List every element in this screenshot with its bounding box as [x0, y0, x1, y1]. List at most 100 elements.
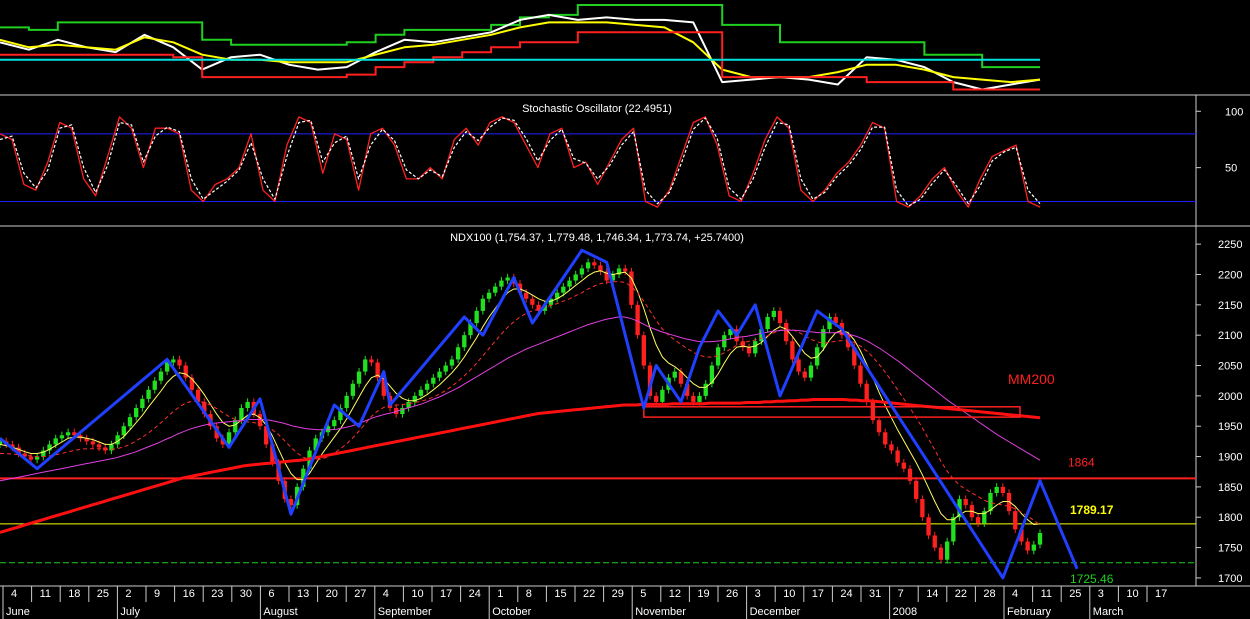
- x-day-label: 11: [40, 588, 51, 600]
- x-day-label: 20: [326, 588, 338, 600]
- x-day-label: 17: [812, 588, 824, 600]
- price-candle-body: [418, 389, 424, 396]
- price-candle-body: [765, 316, 770, 330]
- price-candle-body: [177, 359, 182, 366]
- price-y-tick-label: 1950: [1218, 421, 1242, 433]
- price-candle-body: [790, 341, 795, 360]
- price-candle-body: [480, 298, 486, 311]
- x-month-label: November: [635, 606, 686, 618]
- price-candle-body: [140, 398, 145, 408]
- price-candle-body: [424, 383, 430, 390]
- price-candle-body: [158, 371, 164, 381]
- price-candle-body: [623, 268, 628, 272]
- price-candle-body: [369, 359, 374, 363]
- x-day-label: 6: [268, 588, 274, 600]
- x-day-label: 24: [840, 588, 852, 600]
- price-candle-body: [455, 347, 461, 360]
- price-candle-body: [171, 359, 176, 363]
- stochastic-y-tick-label: 100: [1225, 106, 1243, 118]
- x-day-label: 4: [1012, 588, 1018, 600]
- price-candle-body: [784, 323, 789, 342]
- x-day-label: 12: [669, 588, 681, 600]
- price-candle-body: [1025, 541, 1030, 551]
- x-month-label: February: [1007, 606, 1052, 618]
- price-candle-body: [753, 341, 758, 354]
- price-level-label: 1725.46: [1070, 572, 1114, 586]
- price-y-tick-label: 2150: [1218, 300, 1242, 312]
- x-day-label: 23: [211, 588, 223, 600]
- price-candle-body: [920, 499, 925, 518]
- price-candle-body: [585, 262, 591, 269]
- stochastic-y-tick-label: 50: [1225, 163, 1237, 175]
- price-level-label: 1789.17: [1070, 503, 1114, 517]
- price-candle-body: [722, 335, 727, 348]
- price-candle-body: [499, 280, 504, 287]
- x-day-label: 17: [440, 588, 452, 600]
- price-candle-body: [524, 292, 529, 299]
- price-candle-body: [65, 432, 71, 436]
- x-month-label: July: [120, 606, 140, 618]
- price-y-tick-label: 2200: [1218, 269, 1242, 281]
- price-y-tick-label: 2100: [1218, 330, 1242, 342]
- x-day-label: 27: [354, 588, 366, 600]
- price-y-tick-label: 1700: [1218, 573, 1242, 585]
- price-candle-body: [431, 377, 436, 384]
- x-day-label: 25: [97, 588, 109, 600]
- price-candle-body: [28, 456, 34, 460]
- price-level-label: 1864: [1068, 455, 1095, 469]
- x-day-label: 13: [297, 588, 309, 600]
- price-candle-body: [975, 517, 981, 524]
- x-month-label: 2008: [893, 606, 917, 618]
- x-month-label: September: [378, 606, 432, 618]
- x-day-label: 4: [11, 588, 17, 600]
- x-day-label: 10: [1126, 588, 1138, 600]
- x-day-label: 2: [125, 588, 131, 600]
- price-candle-body: [486, 292, 492, 299]
- price-candle-body: [932, 535, 937, 548]
- price-candle-body: [1037, 533, 1043, 545]
- price-candle-body: [777, 310, 783, 324]
- price-candle-body: [53, 438, 58, 445]
- price-candle-body: [146, 389, 151, 399]
- price-candle-body: [944, 541, 950, 560]
- x-month-label: August: [263, 606, 297, 618]
- price-y-tick-label: 2050: [1218, 361, 1242, 373]
- price-y-tick-label: 1800: [1218, 512, 1242, 524]
- price-candle-body: [672, 371, 677, 378]
- price-candle-body: [530, 298, 535, 305]
- price-candle-body: [771, 310, 776, 317]
- price-candle-body: [152, 380, 157, 390]
- stochastic-title: Stochastic Oscillator (22.4951): [522, 103, 672, 115]
- x-day-label: 16: [183, 588, 195, 600]
- x-day-label: 15: [554, 588, 566, 600]
- price-candle-body: [344, 395, 349, 408]
- price-candle-body: [858, 365, 863, 384]
- x-day-label: 10: [411, 588, 423, 600]
- price-candle-body: [808, 365, 814, 378]
- price-candle-body: [1000, 486, 1006, 493]
- x-day-label: 4: [383, 588, 389, 600]
- price-candle-body: [641, 335, 646, 366]
- price-candle-body: [437, 371, 442, 378]
- price-candle-body: [462, 335, 467, 348]
- x-month-label: December: [750, 606, 801, 618]
- price-candle-body: [746, 347, 752, 354]
- price-candle-body: [691, 395, 696, 402]
- price-candle-body: [592, 262, 597, 266]
- x-day-label: 14: [926, 588, 938, 600]
- price-candle-body: [127, 417, 133, 427]
- price-candle-body: [356, 371, 362, 384]
- price-candle-body: [901, 462, 906, 469]
- price-y-tick-label: 2250: [1218, 239, 1242, 251]
- x-day-label: 9: [154, 588, 160, 600]
- price-candle-body: [443, 365, 448, 372]
- x-day-label: 5: [640, 588, 646, 600]
- x-day-label: 3: [755, 588, 761, 600]
- price-candle-body: [951, 517, 956, 542]
- x-day-label: 8: [526, 588, 532, 600]
- price-candle-body: [703, 383, 708, 396]
- price-candle-body: [802, 371, 807, 378]
- x-day-label: 26: [726, 588, 738, 600]
- x-month-label: March: [1093, 606, 1124, 618]
- price-y-tick-label: 2000: [1218, 391, 1242, 403]
